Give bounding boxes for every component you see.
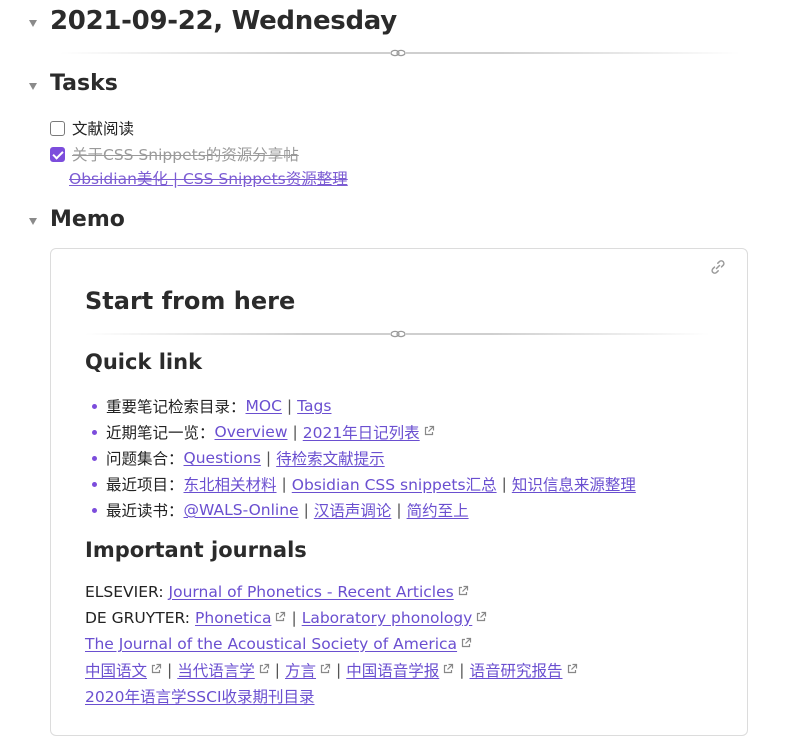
fold-arrow-date-icon[interactable] [29, 20, 37, 27]
link-moc[interactable]: MOC [246, 397, 282, 415]
separator: | [501, 475, 507, 493]
link-obsidian-css-snippets[interactable]: Obsidian CSS snippets汇总 [292, 473, 497, 495]
task-checkbox-checked[interactable] [50, 146, 65, 162]
link-phonetica[interactable]: Phonetica [195, 609, 271, 627]
tasks-heading: Tasks [50, 71, 118, 96]
separator: | [291, 609, 297, 627]
link-wals-online[interactable]: @WALS-Online [184, 501, 299, 519]
external-link-icon [457, 583, 469, 601]
bullet-icon [92, 455, 97, 461]
journal-row: DE GRUYTER: Phonetica | Laboratory phono… [85, 605, 578, 631]
link-knowledge-sources[interactable]: 知识信息来源整理 [512, 473, 636, 495]
link-2021-diary-list[interactable]: 2021年日记列表 [303, 421, 420, 443]
link-jasa[interactable]: The Journal of the Acoustical Society of… [85, 635, 457, 653]
link-pending-literature[interactable]: 待检索文献提示 [276, 447, 385, 469]
page-title: 2021-09-22, Wednesday [50, 6, 397, 36]
separator: | [274, 661, 280, 679]
link-dialect[interactable]: 方言 [285, 659, 316, 681]
list-item-prefix: 近期笔记一览： [106, 424, 215, 442]
task-checkbox[interactable] [50, 120, 65, 136]
task-label-done: 关于CSS Snippets的资源分享帖 [72, 146, 299, 164]
journal-row: 中国语文 | 当代语言学 | 方言 | 中国语音学报 | 语音研究报告 [85, 657, 578, 683]
separator: | [459, 661, 465, 679]
fold-arrow-tasks-icon[interactable] [29, 83, 37, 90]
list-item-prefix: 问题集合： [106, 450, 184, 468]
memo-embed-card: Start from here Quick link 重要笔记检索目录： MOC… [50, 248, 748, 736]
link-overview[interactable]: Overview [215, 423, 288, 441]
publisher-label: DE GRUYTER: [85, 609, 191, 627]
separator: | [336, 661, 342, 679]
link-chinese-tone-theory[interactable]: 汉语声调论 [314, 499, 392, 521]
fold-arrow-memo-icon[interactable] [29, 218, 37, 225]
task-sub-link[interactable]: Obsidian美化 | CSS Snippets资源整理 [69, 167, 348, 189]
chain-ornament-icon [390, 48, 406, 58]
link-zhongguo-yuwen[interactable]: 中国语文 [85, 659, 147, 681]
link-icon[interactable] [709, 258, 727, 280]
link-ssci-journal-list[interactable]: 2020年语言学SSCI收录期刊目录 [85, 685, 315, 707]
external-link-icon [460, 635, 472, 653]
external-link-icon [274, 609, 286, 627]
external-link-icon [475, 609, 487, 627]
external-link-icon [258, 661, 270, 679]
link-tags[interactable]: Tags [297, 397, 331, 415]
separator: | [167, 661, 173, 679]
bullet-icon [92, 403, 97, 409]
list-item: 最近读书： @WALS-Online | 汉语声调论 | 简约至上 [85, 497, 636, 523]
link-phonetics-research-report[interactable]: 语音研究报告 [470, 659, 563, 681]
link-laboratory-phonology[interactable]: Laboratory phonology [302, 609, 473, 627]
list-item: 近期笔记一览： Overview | 2021年日记列表 [85, 419, 636, 445]
external-link-icon [442, 661, 454, 679]
separator: | [292, 423, 298, 441]
link-northeast-materials[interactable]: 东北相关材料 [184, 473, 277, 495]
list-item: 最近项目： 东北相关材料 | Obsidian CSS snippets汇总 |… [85, 471, 636, 497]
task-label: 文献阅读 [72, 120, 135, 138]
external-link-icon [423, 423, 435, 441]
separator: | [286, 397, 293, 415]
journals-heading: Important journals [85, 538, 307, 562]
journal-row: The Journal of the Acoustical Society of… [85, 631, 578, 657]
separator: | [281, 475, 287, 493]
list-item: 重要笔记检索目录： MOC | Tags [85, 393, 636, 419]
link-simple-and-usable[interactable]: 简约至上 [407, 499, 469, 521]
external-link-icon [566, 661, 578, 679]
external-link-icon [150, 661, 162, 679]
journals-list: ELSEVIER: Journal of Phonetics - Recent … [85, 579, 578, 709]
quick-link-list: 重要笔记检索目录： MOC | Tags 近期笔记一览： Overview | … [85, 393, 636, 523]
list-item-prefix: 最近读书： [106, 502, 184, 520]
link-journal-of-phonetics[interactable]: Journal of Phonetics - Recent Articles [169, 583, 454, 601]
separator: | [396, 501, 402, 519]
quick-link-heading: Quick link [85, 350, 203, 374]
memo-title: Start from here [85, 287, 296, 315]
list-item: 问题集合： Questions | 待检索文献提示 [85, 445, 636, 471]
journal-row: 2020年语言学SSCI收录期刊目录 [85, 683, 578, 709]
list-item-prefix: 重要笔记检索目录： [106, 398, 246, 416]
separator: | [303, 501, 309, 519]
journal-row: ELSEVIER: Journal of Phonetics - Recent … [85, 579, 578, 605]
chain-ornament-icon [390, 329, 406, 339]
link-questions[interactable]: Questions [184, 449, 261, 467]
external-link-icon [319, 661, 331, 679]
list-item-prefix: 最近项目： [106, 476, 184, 494]
task-item-css-snippets: 关于CSS Snippets的资源分享帖 [50, 143, 299, 165]
link-chinese-phonetics-journal[interactable]: 中国语音学报 [346, 659, 439, 681]
bullet-icon [92, 429, 97, 435]
link-contemporary-linguistics[interactable]: 当代语言学 [177, 659, 255, 681]
bullet-icon [92, 507, 97, 513]
separator: | [265, 449, 272, 467]
task-item-reading: 文献阅读 [50, 117, 134, 139]
memo-heading: Memo [50, 207, 125, 232]
bullet-icon [92, 481, 97, 487]
publisher-label: ELSEVIER: [85, 583, 164, 601]
